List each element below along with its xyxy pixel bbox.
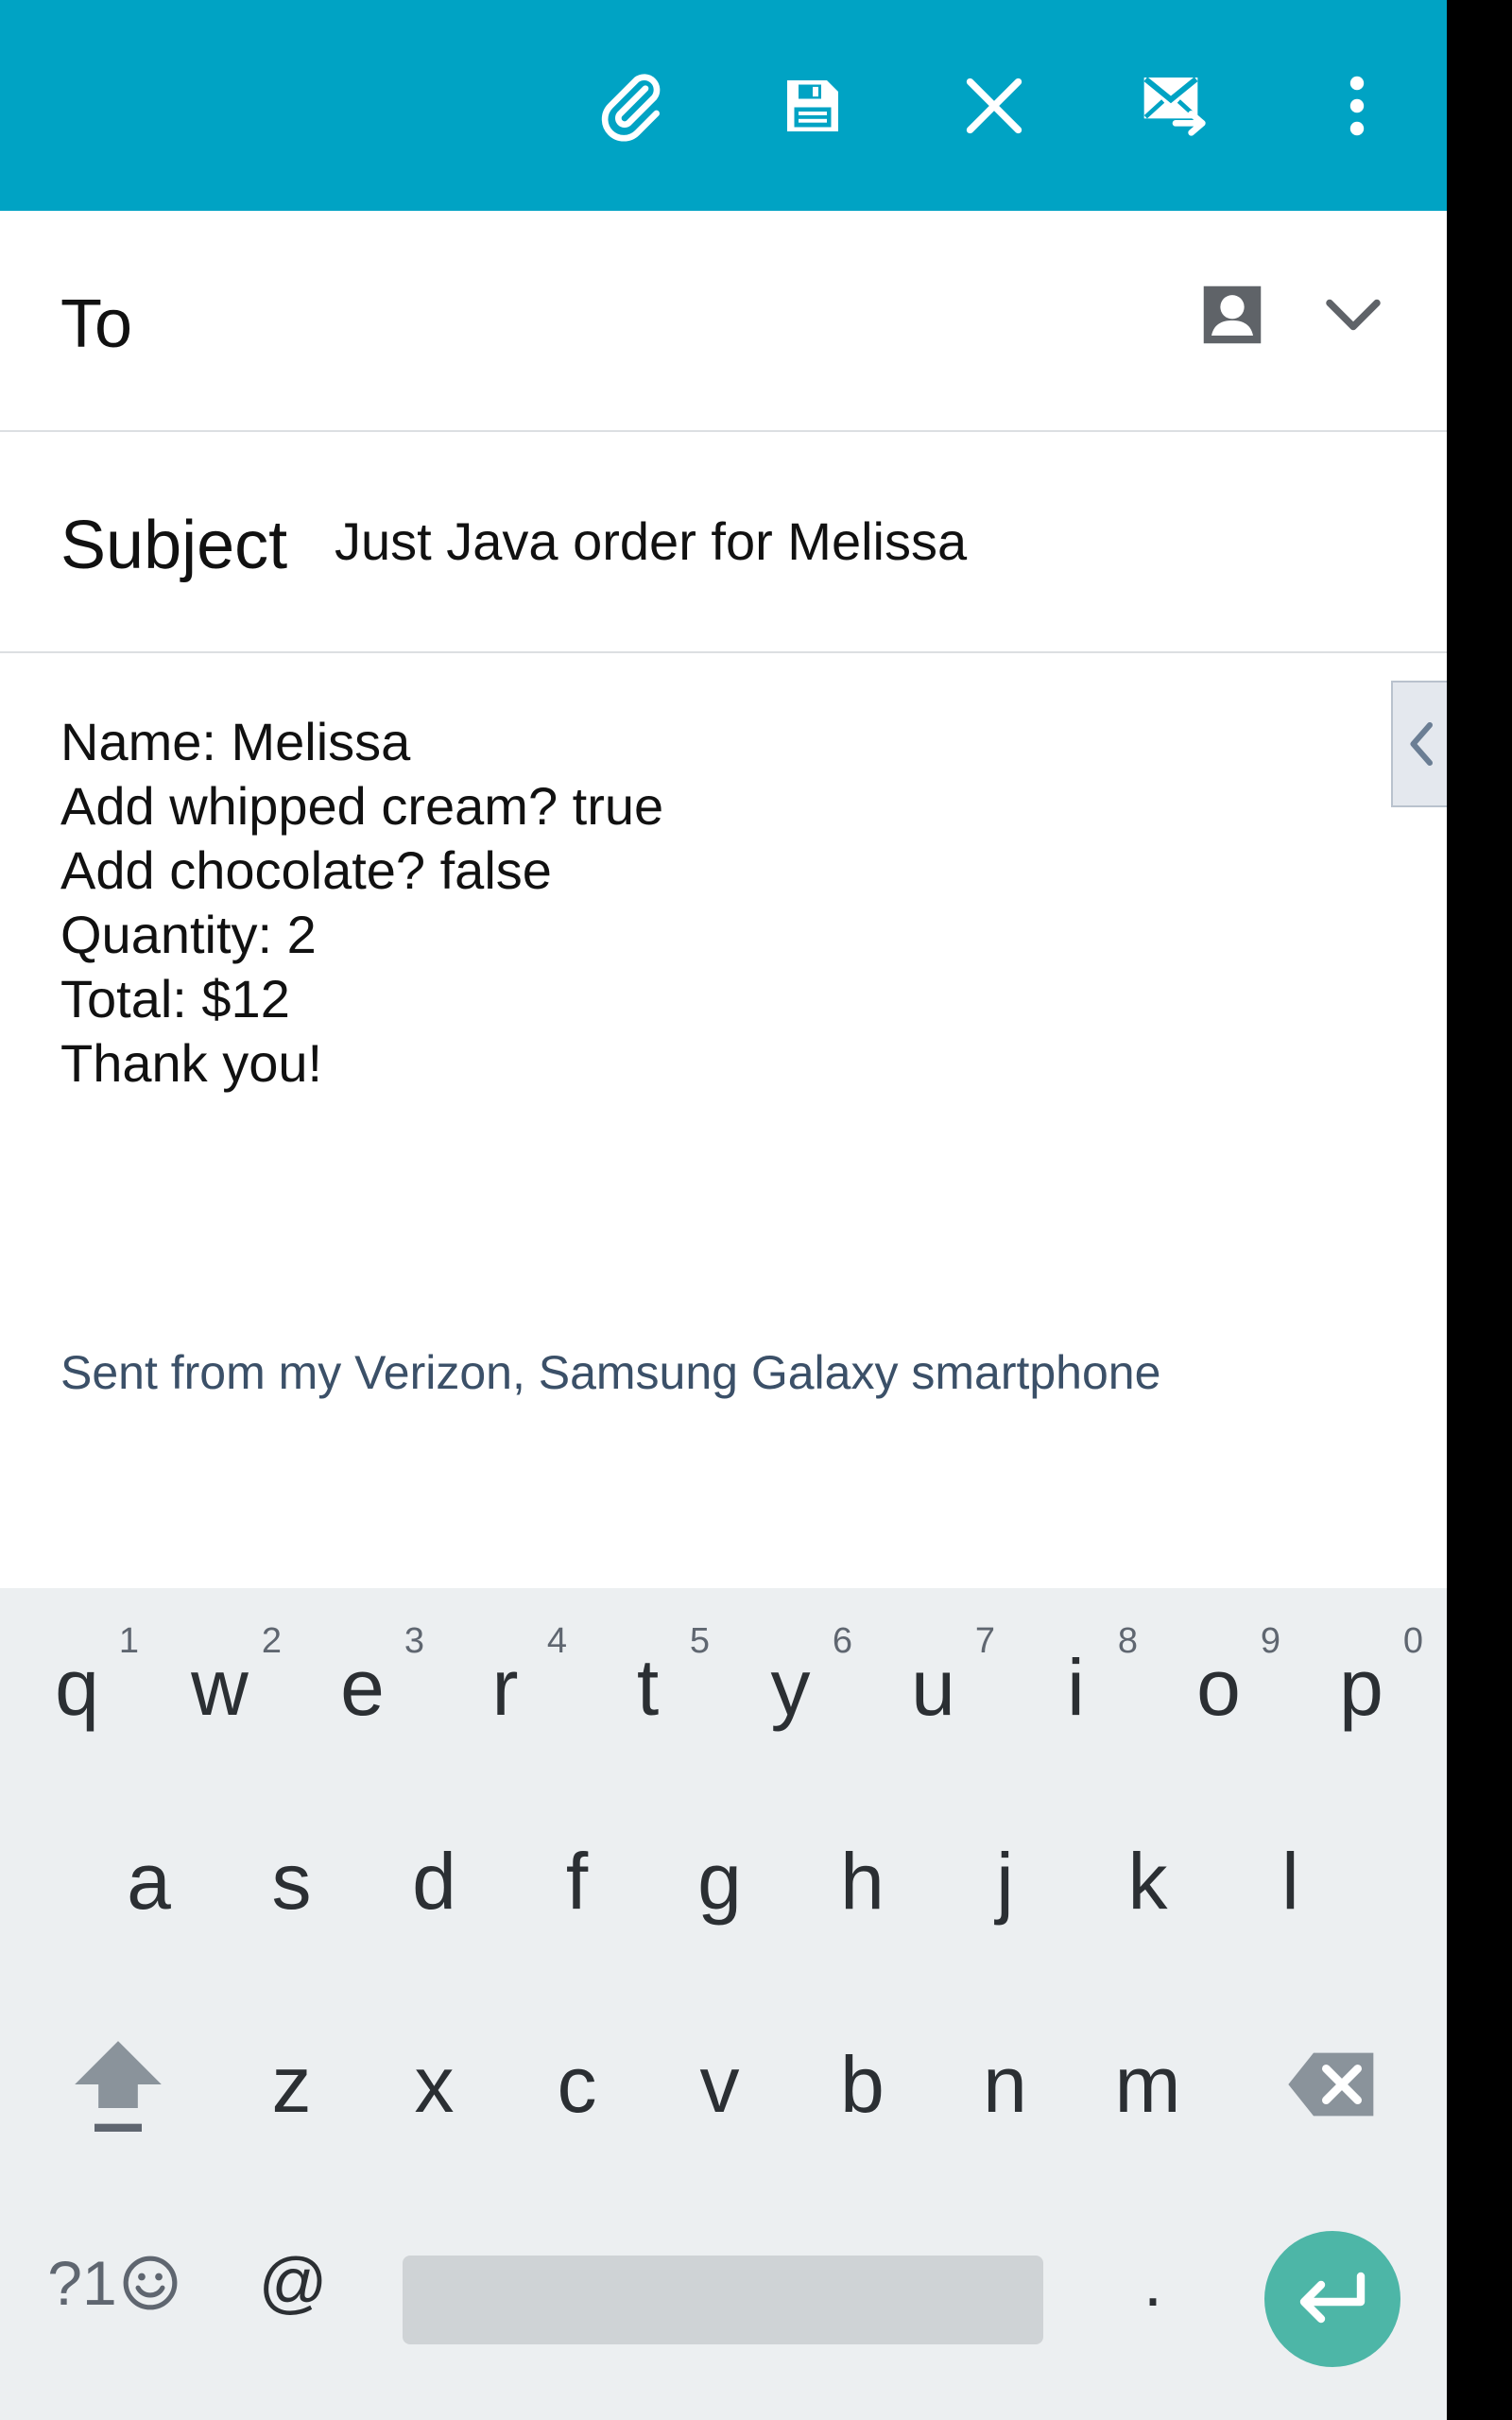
key-a[interactable]: a xyxy=(77,1787,220,1976)
shift-icon xyxy=(75,2041,162,2132)
message-body-text[interactable]: Name: Melissa Add whipped cream? true Ad… xyxy=(60,710,1289,1096)
key-label: z xyxy=(271,2040,312,2129)
body-line: Add whipped cream? true xyxy=(60,776,664,836)
save-icon xyxy=(787,80,838,131)
key-f[interactable]: f xyxy=(506,1787,648,1976)
on-screen-keyboard: 1q2w3e4r5t6y7u8i9o0p asdfghjkl zxcvbnm ?… xyxy=(0,1588,1447,2420)
body-line: Total: $12 xyxy=(60,969,290,1028)
at-key[interactable]: @ xyxy=(227,2221,359,2344)
backspace-key[interactable] xyxy=(1266,1990,1399,2179)
key-s[interactable]: s xyxy=(220,1787,363,1976)
close-icon xyxy=(966,78,1022,134)
to-field-row: To xyxy=(0,211,1447,432)
key-z[interactable]: z xyxy=(220,1990,363,2179)
compose-toolbar xyxy=(0,0,1447,211)
key-h[interactable]: h xyxy=(791,1787,934,1976)
subject-label: Subject xyxy=(60,508,288,583)
key-j[interactable]: j xyxy=(934,1787,1076,1976)
key-label: h xyxy=(840,1837,885,1926)
key-v[interactable]: v xyxy=(648,1990,791,2179)
email-compose-screen: To Subject Name: Melissa Add whipped cre… xyxy=(0,0,1447,2420)
contact-picker-button[interactable] xyxy=(1194,277,1270,353)
key-label: v xyxy=(699,2040,740,2129)
body-line: Name: Melissa xyxy=(60,712,411,771)
key-b[interactable]: b xyxy=(791,1990,934,2179)
keyboard-row-4: ?1 @ . xyxy=(0,1588,1447,2367)
key-l[interactable]: l xyxy=(1219,1787,1362,1976)
chevron-left-icon xyxy=(1410,722,1433,766)
key-g[interactable]: g xyxy=(648,1787,791,1976)
key-label: f xyxy=(565,1837,589,1926)
key-label: n xyxy=(983,2040,1027,2129)
key-label: j xyxy=(996,1837,1014,1926)
key-label: l xyxy=(1281,1837,1299,1926)
email-signature: Sent from my Verizon, Samsung Galaxy sma… xyxy=(60,1346,1161,1399)
period-key-label: . xyxy=(1143,2245,1162,2321)
keyboard-row-2: asdfghjkl xyxy=(0,1787,1447,1976)
save-draft-button[interactable] xyxy=(756,49,869,163)
symbols-key-label: ?1 xyxy=(47,2248,117,2318)
edge-panel-handle[interactable] xyxy=(1391,681,1447,807)
key-c[interactable]: c xyxy=(506,1990,648,2179)
body-line: Add chocolate? false xyxy=(60,840,552,900)
send-mail-icon xyxy=(1143,77,1206,136)
body-line: Thank you! xyxy=(60,1033,323,1093)
key-k[interactable]: k xyxy=(1076,1787,1219,1976)
key-n[interactable]: n xyxy=(934,1990,1076,2179)
message-body[interactable]: Name: Melissa Add whipped cream? true Ad… xyxy=(0,653,1447,1589)
chevron-down-icon xyxy=(1326,299,1381,331)
backspace-icon xyxy=(1288,2052,1374,2117)
key-label: c xyxy=(557,2040,597,2129)
key-d[interactable]: d xyxy=(363,1787,506,1976)
key-label: s xyxy=(271,1837,312,1926)
at-key-label: @ xyxy=(258,2245,328,2321)
enter-arrow-icon xyxy=(1299,2272,1366,2324)
paperclip-icon xyxy=(601,74,661,142)
send-button[interactable] xyxy=(1119,49,1232,163)
attach-button[interactable] xyxy=(575,49,688,163)
symbols-key[interactable]: ?1 xyxy=(38,2221,189,2344)
key-m[interactable]: m xyxy=(1076,1990,1219,2179)
shift-key[interactable] xyxy=(57,1990,180,2179)
emoji-icon xyxy=(123,2256,178,2310)
key-label: k xyxy=(1127,1837,1168,1926)
more-options-button[interactable] xyxy=(1300,49,1414,163)
to-input[interactable] xyxy=(217,249,1162,390)
expand-recipients-button[interactable] xyxy=(1315,277,1391,353)
key-label: d xyxy=(412,1837,456,1926)
key-label: b xyxy=(840,2040,885,2129)
key-x[interactable]: x xyxy=(363,1990,506,2179)
key-label: x xyxy=(414,2040,455,2129)
enter-key[interactable] xyxy=(1264,2231,1400,2367)
to-label: To xyxy=(60,286,133,362)
more-vert-icon xyxy=(1349,76,1365,136)
key-label: a xyxy=(127,1837,171,1926)
key-label: m xyxy=(1114,2040,1181,2129)
period-key[interactable]: . xyxy=(1087,2221,1219,2344)
key-label: g xyxy=(697,1837,742,1926)
discard-button[interactable] xyxy=(937,49,1051,163)
body-line: Quantity: 2 xyxy=(60,905,317,964)
subject-field-row: Subject xyxy=(0,432,1447,653)
space-bar[interactable] xyxy=(403,2256,1043,2344)
subject-input[interactable] xyxy=(335,470,1374,612)
contact-icon xyxy=(1203,285,1262,344)
keyboard-row-3: z x c v b nm xyxy=(0,1990,1447,2179)
